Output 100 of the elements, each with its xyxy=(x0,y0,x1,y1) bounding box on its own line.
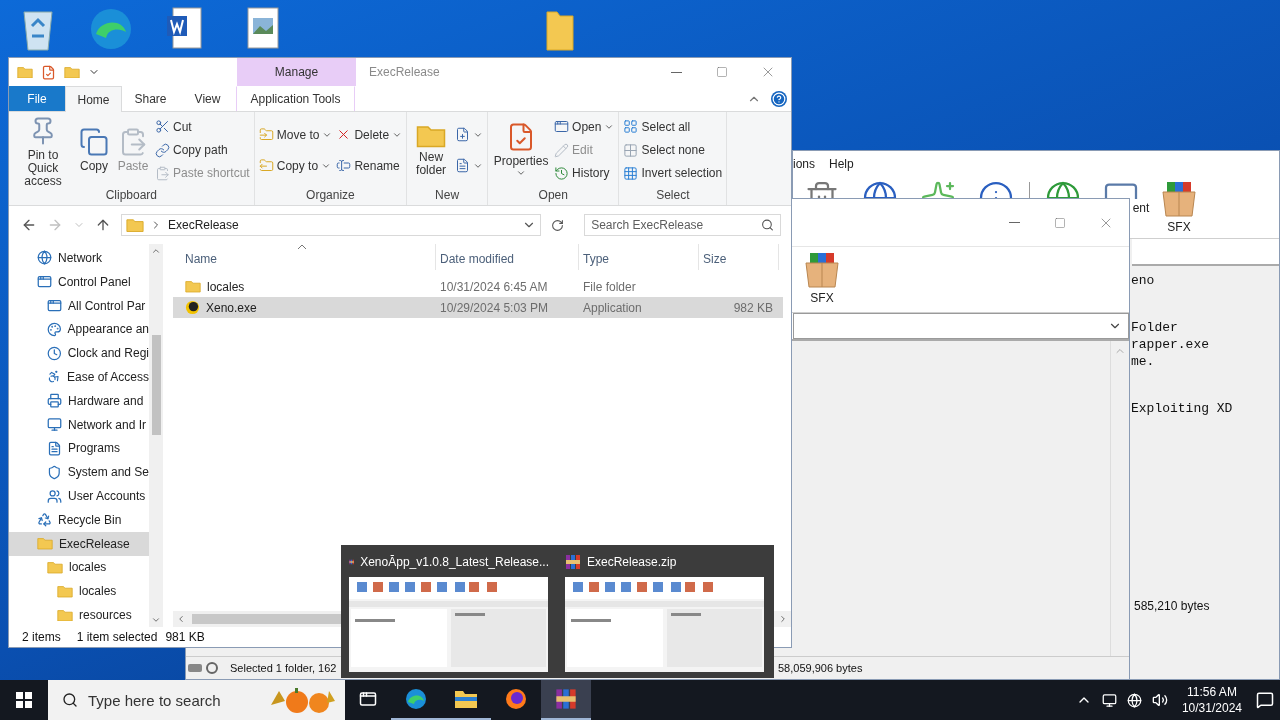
ribbon-tab[interactable]: Application Tools xyxy=(236,86,355,111)
column-header[interactable]: Name xyxy=(181,244,436,270)
app-icon xyxy=(185,300,200,315)
image-file-icon[interactable] xyxy=(244,6,282,52)
network-icon xyxy=(37,250,52,266)
path-dropdown[interactable] xyxy=(793,313,1129,339)
status-text: 1 item selected xyxy=(76,630,158,644)
address-bar[interactable]: ExecRelease xyxy=(121,214,542,236)
nav-item[interactable]: Control Panel xyxy=(9,269,149,294)
search-field[interactable]: Search ExecRelease xyxy=(584,214,781,236)
column-header[interactable]: Size xyxy=(699,244,779,270)
ribbon-button[interactable]: Delete xyxy=(335,124,404,145)
nav-item[interactable]: System and Se xyxy=(9,460,149,485)
nav-item[interactable]: Clock and Regi xyxy=(9,341,149,366)
ribbon-button[interactable]: Select none xyxy=(622,139,724,161)
nav-item[interactable]: Hardware and xyxy=(9,388,149,413)
preview-title[interactable]: XenoĀpp_v1.0.8_Latest_Release... xyxy=(360,555,549,569)
nav-item[interactable]: User Accounts xyxy=(9,484,149,508)
nav-item[interactable]: resources xyxy=(9,603,149,627)
ribbon-button[interactable]: History xyxy=(553,162,616,184)
properties-icon[interactable] xyxy=(41,64,56,80)
back-button[interactable] xyxy=(21,217,37,233)
nav-item[interactable]: Network and Ir xyxy=(9,412,149,437)
clock[interactable]: 11:56 AM 10/31/2024 xyxy=(1177,684,1246,716)
nav-item[interactable]: Programs xyxy=(9,436,149,461)
window-preview-drawing[interactable] xyxy=(349,577,548,672)
status-text: 585,210 bytes xyxy=(1134,599,1210,613)
column-header[interactable]: Type xyxy=(579,244,699,270)
notifications-icon[interactable] xyxy=(1256,691,1274,709)
ribbon-button[interactable]: Rename xyxy=(335,155,404,176)
forward-arrow-icon xyxy=(47,217,63,233)
scrollbar-thumb[interactable] xyxy=(151,335,161,435)
copy-icon xyxy=(79,127,109,157)
browser-icon xyxy=(404,687,428,711)
folder-icon xyxy=(47,561,63,574)
nav-item[interactable]: All Control Par xyxy=(9,293,149,318)
status-text: 58,059,906 bytes xyxy=(778,662,864,674)
globe-icon[interactable] xyxy=(1045,180,1081,199)
nav-item[interactable]: Ease of Access xyxy=(9,365,149,389)
ribbon-button[interactable]: Copy path xyxy=(154,139,251,161)
ribbon-button[interactable]: Cut xyxy=(154,116,251,138)
file-row[interactable]: Xeno.exe 10/29/2024 5:03 PM Application 982 KB xyxy=(173,297,783,318)
ribbon-button[interactable]: Select all xyxy=(622,116,724,138)
info-icon[interactable] xyxy=(978,180,1014,199)
refresh-icon xyxy=(551,218,565,232)
shield-icon xyxy=(47,464,62,480)
scissors-icon xyxy=(155,119,170,135)
menu-item[interactable]: Help xyxy=(829,156,854,171)
ribbon-button[interactable]: Open xyxy=(553,116,616,138)
preview-title[interactable]: ExecRelease.zip xyxy=(587,555,677,569)
globe-icon[interactable] xyxy=(862,180,898,199)
ribbon-button[interactable]: Invert selection xyxy=(622,162,724,184)
column-header[interactable]: Date modified xyxy=(436,244,579,270)
volume-icon[interactable] xyxy=(1151,692,1168,708)
pencil-icon xyxy=(554,142,570,158)
browser-icon[interactable] xyxy=(88,6,134,52)
sparkles-icon[interactable] xyxy=(920,180,956,199)
search-icon xyxy=(761,218,774,232)
info-text: me. xyxy=(1131,353,1156,370)
recycle-icon xyxy=(37,512,52,528)
type-cell-text: File folder xyxy=(582,279,637,294)
ribbon-button[interactable]: Copy xyxy=(76,125,112,175)
nav-item[interactable]: Network xyxy=(9,246,149,270)
nav-item[interactable]: Recycle Bin xyxy=(9,507,149,532)
refresh-button[interactable] xyxy=(551,218,565,232)
info-text: Exploiting XD xyxy=(1131,400,1234,417)
archive-books-icon xyxy=(565,554,581,570)
ribbon-group-label: Clipboard xyxy=(104,188,159,204)
nav-item[interactable]: ExecRelease xyxy=(9,531,149,556)
control-panel-icon xyxy=(47,298,62,314)
up-button[interactable] xyxy=(95,217,111,233)
file-row[interactable]: locales 10/31/2024 6:45 AM File folder xyxy=(173,276,783,297)
window-preview-drawing[interactable] xyxy=(565,577,764,672)
nav-item[interactable]: Appearance an xyxy=(9,317,149,342)
toolbar-label: ent xyxy=(1131,201,1150,215)
ribbon-button[interactable]: Properties xyxy=(491,120,552,180)
clock-icon xyxy=(47,345,62,361)
maximize-icon xyxy=(716,66,728,78)
menu-item[interactable]: ions xyxy=(793,156,815,171)
new-file-icon xyxy=(455,127,471,142)
history-icon xyxy=(554,165,570,181)
ribbon-button[interactable]: Move to xyxy=(257,124,334,145)
comment-icon[interactable] xyxy=(1103,180,1139,199)
scroll-left-icon xyxy=(176,614,186,624)
ribbon-button[interactable]: Pin to Quick access xyxy=(12,114,74,190)
ribbon-tab[interactable]: Home xyxy=(65,86,122,112)
link-icon xyxy=(155,142,170,158)
nav-item[interactable]: locales xyxy=(9,555,149,580)
ribbon-tab[interactable]: File xyxy=(9,86,65,111)
ribbon-button[interactable]: New folder xyxy=(410,121,453,179)
window-icon xyxy=(554,119,570,135)
document-icon[interactable] xyxy=(165,6,205,52)
ribbon-button[interactable]: Copy to xyxy=(257,155,334,176)
display-icon[interactable] xyxy=(1101,692,1117,708)
search-field[interactable]: Type here to search xyxy=(48,680,345,720)
scrollbar[interactable] xyxy=(149,244,163,627)
help-icon[interactable] xyxy=(771,90,787,107)
nav-item[interactable]: locales xyxy=(9,579,149,604)
network-icon[interactable] xyxy=(1126,692,1142,708)
taskbar-app[interactable] xyxy=(541,680,591,720)
